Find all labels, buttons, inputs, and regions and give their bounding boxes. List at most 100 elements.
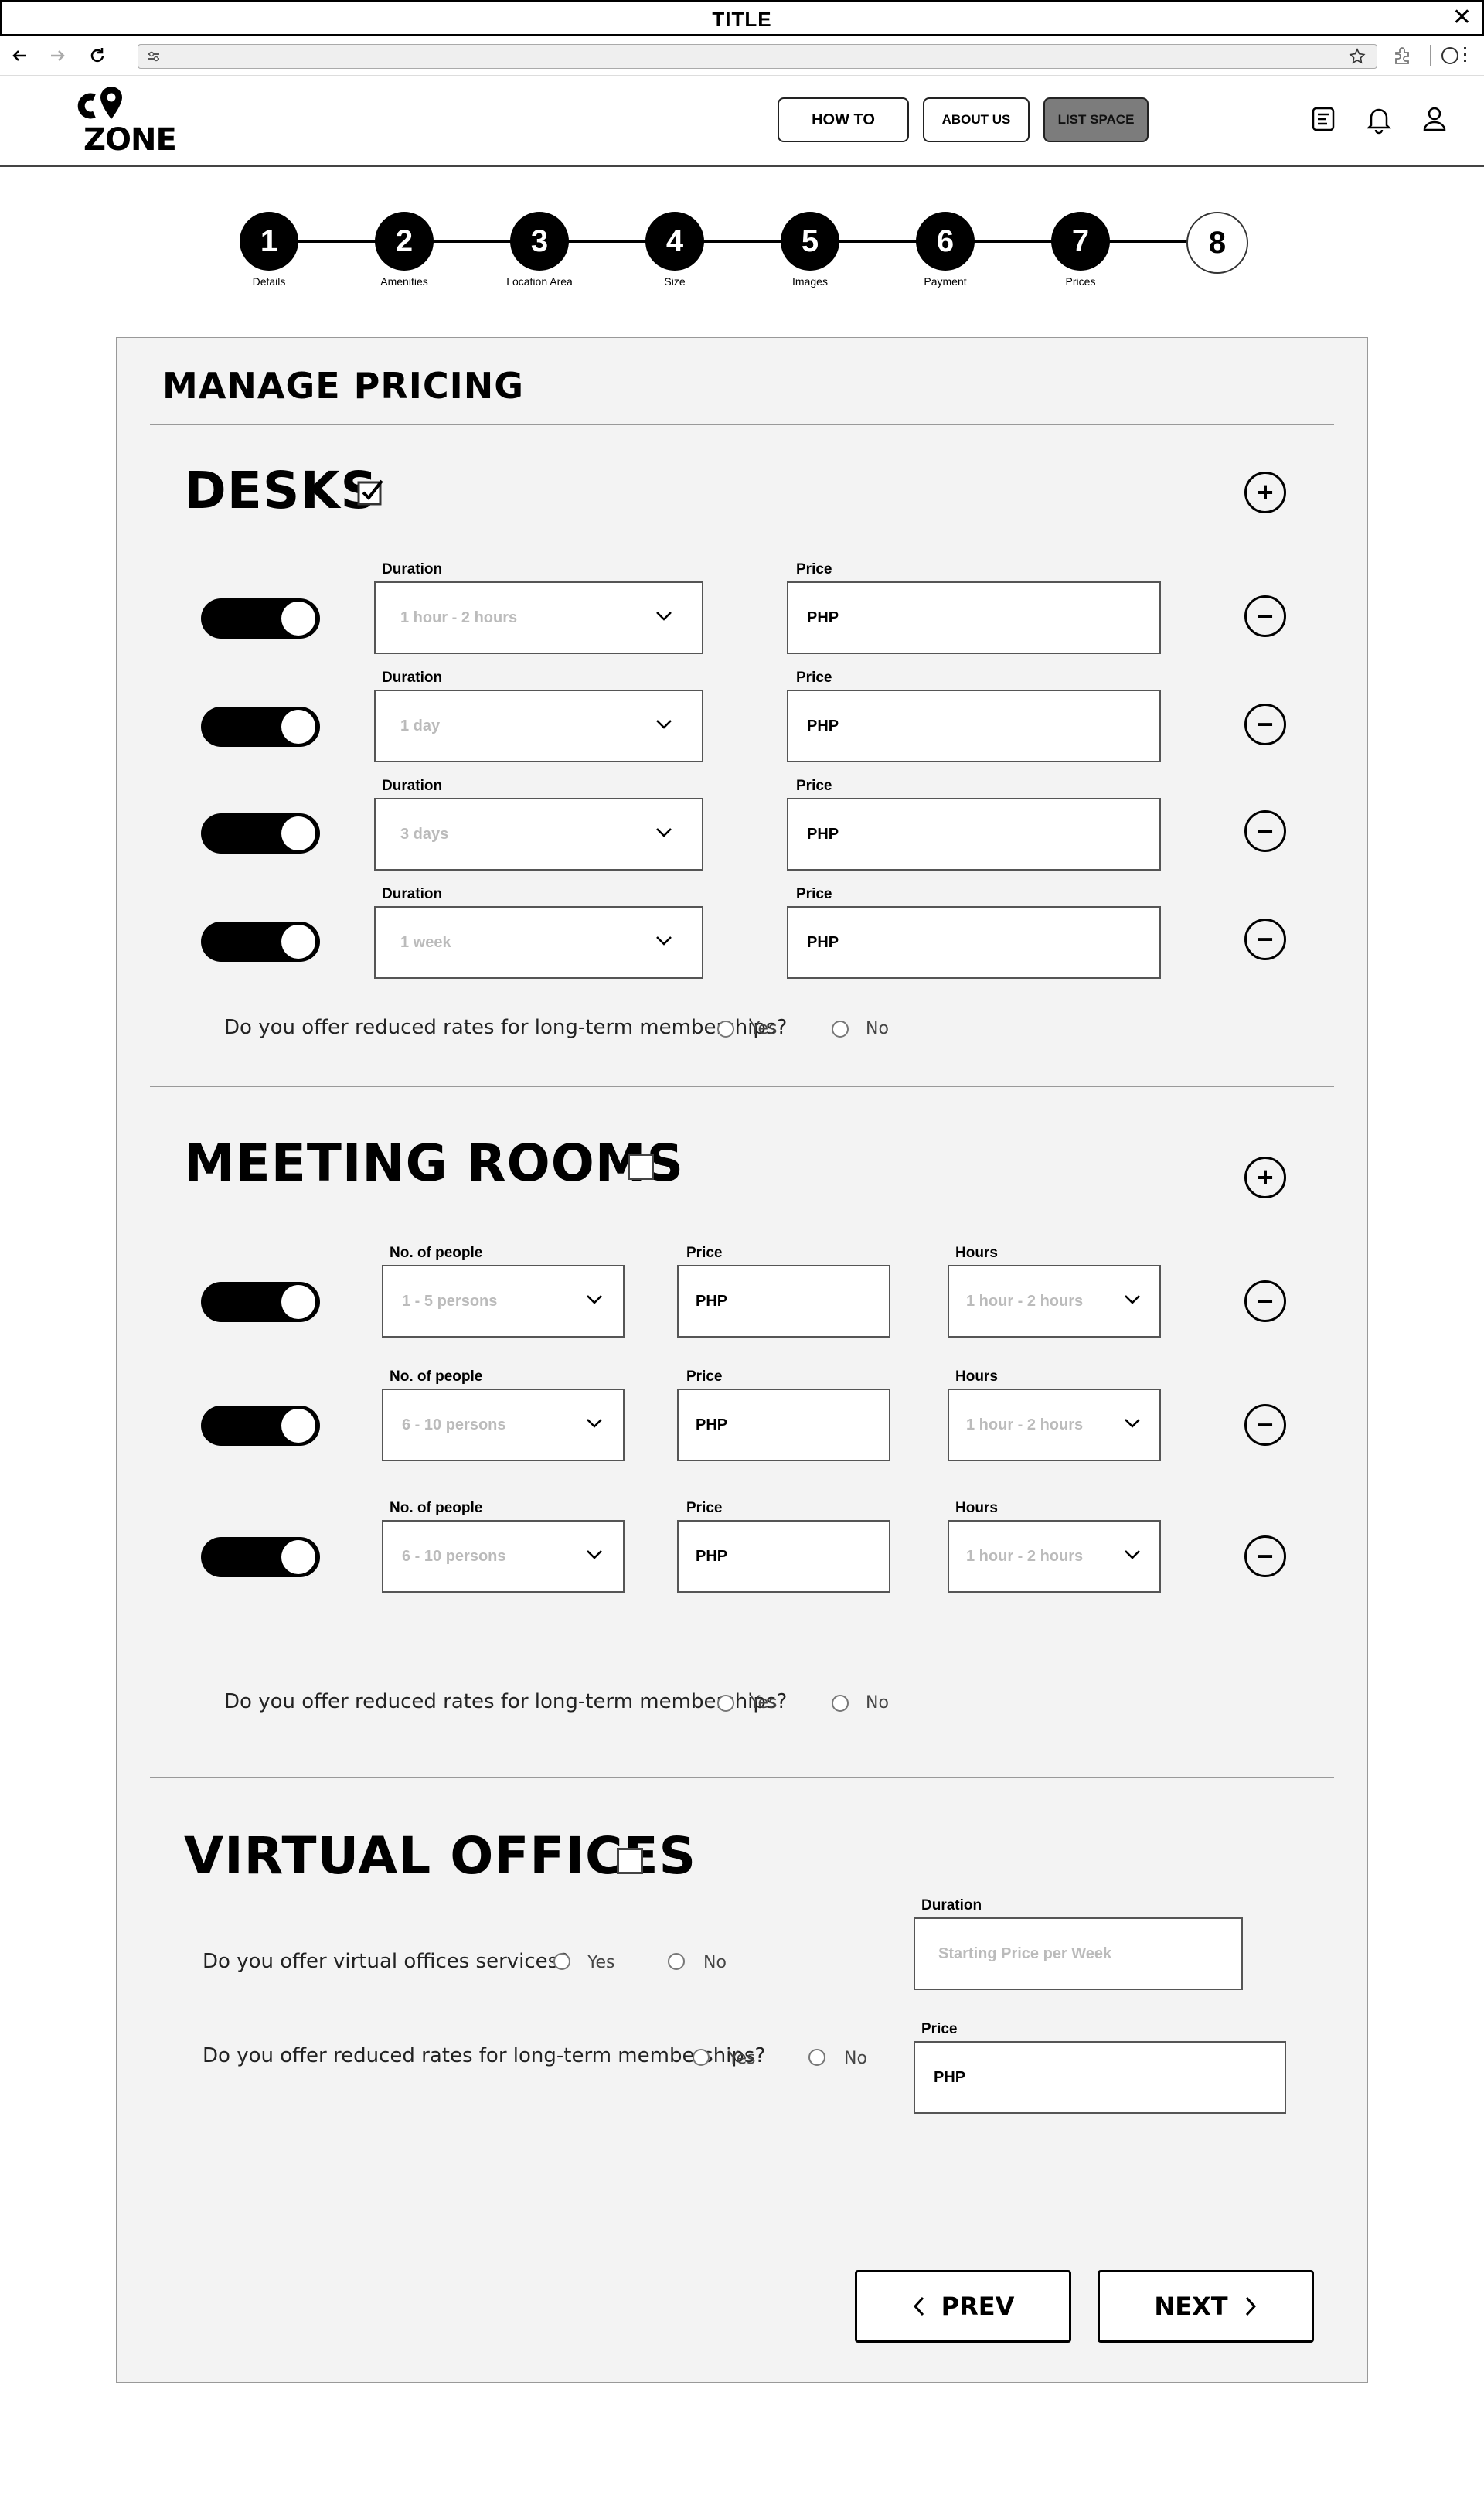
step-label: Location Area bbox=[506, 275, 573, 288]
nav-list-space-button[interactable]: LIST SPACE bbox=[1043, 97, 1149, 142]
radio-yes-label: Yes bbox=[587, 1953, 615, 1972]
virtual-offices-long-term-yes-radio[interactable] bbox=[693, 2049, 710, 2066]
user-profile-icon[interactable] bbox=[1419, 104, 1450, 135]
hours-value: 1 hour - 2 hours bbox=[966, 1292, 1084, 1310]
remove-meeting-room-row-button[interactable]: − bbox=[1244, 1404, 1286, 1446]
step-5[interactable]: 5 bbox=[781, 212, 839, 271]
step-4[interactable]: 4 bbox=[645, 212, 704, 271]
meeting-room-row-toggle[interactable] bbox=[201, 1406, 320, 1446]
virtual-offices-service-question: Do you offer virtual offices services? bbox=[203, 1950, 570, 1973]
price-currency: PHP bbox=[696, 1547, 728, 1565]
desk-row-toggle[interactable] bbox=[201, 813, 320, 854]
hours-value: 1 hour - 2 hours bbox=[966, 1547, 1084, 1565]
meeting-price-input[interactable]: PHP bbox=[677, 1520, 890, 1593]
desk-duration-select[interactable]: 1 hour - 2 hours bbox=[374, 581, 703, 654]
remove-meeting-room-row-button[interactable]: − bbox=[1244, 1535, 1286, 1577]
desk-row-toggle[interactable] bbox=[201, 598, 320, 639]
desks-checkbox-checked[interactable] bbox=[357, 478, 385, 506]
meeting-rooms-long-term-question: Do you offer reduced rates for long-term… bbox=[224, 1690, 788, 1713]
price-currency: PHP bbox=[934, 2068, 966, 2086]
step-2[interactable]: 2 bbox=[375, 212, 434, 271]
forward-arrow-icon[interactable] bbox=[46, 45, 68, 66]
virtual-offices-checkbox[interactable] bbox=[617, 1848, 643, 1874]
bell-icon[interactable] bbox=[1363, 104, 1394, 135]
hours-label: Hours bbox=[955, 1368, 998, 1385]
desk-duration-select[interactable]: 1 day bbox=[374, 690, 703, 762]
remove-meeting-room-row-button[interactable]: − bbox=[1244, 1280, 1286, 1322]
meeting-price-input[interactable]: PHP bbox=[677, 1265, 890, 1338]
desk-price-input[interactable]: PHP bbox=[787, 581, 1161, 654]
meeting-people-select[interactable]: 1 - 5 persons bbox=[382, 1265, 625, 1338]
meeting-price-input[interactable]: PHP bbox=[677, 1389, 890, 1461]
site-settings-icon[interactable] bbox=[146, 49, 162, 63]
nav-how-to-button[interactable]: HOW TO bbox=[778, 97, 909, 142]
remove-desk-row-button[interactable]: − bbox=[1244, 918, 1286, 960]
hours-label: Hours bbox=[955, 1500, 998, 1516]
virtual-offices-long-term-no-radio[interactable] bbox=[808, 2049, 825, 2066]
site-logo[interactable]: ZONE bbox=[77, 85, 177, 158]
desk-duration-select[interactable]: 1 week bbox=[374, 906, 703, 979]
virtual-offices-service-no-radio[interactable] bbox=[668, 1953, 685, 1970]
meeting-people-select[interactable]: 6 - 10 persons bbox=[382, 1389, 625, 1461]
meeting-room-row-toggle[interactable] bbox=[201, 1282, 320, 1322]
minus-icon: − bbox=[1257, 1540, 1274, 1572]
bookmark-star-icon[interactable] bbox=[1349, 48, 1366, 65]
next-button[interactable]: NEXT bbox=[1098, 2270, 1314, 2343]
virtual-offices-service-yes-radio[interactable] bbox=[553, 1953, 570, 1970]
desks-yes-radio[interactable] bbox=[717, 1021, 734, 1038]
extensions-puzzle-icon[interactable] bbox=[1391, 45, 1413, 66]
chevron-down-icon bbox=[1125, 1295, 1140, 1304]
step-1[interactable]: 1 bbox=[240, 212, 298, 271]
meeting-rooms-section-title: MEETING ROOMS bbox=[184, 1133, 685, 1193]
add-meeting-room-row-button[interactable]: + bbox=[1244, 1157, 1286, 1198]
back-arrow-icon[interactable] bbox=[9, 45, 31, 66]
close-icon[interactable]: ✕ bbox=[1452, 6, 1472, 29]
meeting-hours-select[interactable]: 1 hour - 2 hours bbox=[948, 1265, 1161, 1338]
radio-no-label: No bbox=[866, 1019, 889, 1038]
radio-yes-label: Yes bbox=[750, 1019, 778, 1038]
profile-circle-icon[interactable] bbox=[1439, 45, 1461, 66]
step-3[interactable]: 3 bbox=[510, 212, 569, 271]
desk-duration-select[interactable]: 3 days bbox=[374, 798, 703, 871]
meeting-rooms-no-radio[interactable] bbox=[832, 1695, 849, 1712]
remove-desk-row-button[interactable]: − bbox=[1244, 810, 1286, 852]
duration-placeholder: Starting Price per Week bbox=[938, 1944, 1112, 1962]
document-list-icon[interactable] bbox=[1308, 104, 1339, 135]
plus-icon: + bbox=[1257, 476, 1274, 508]
desk-row-toggle[interactable] bbox=[201, 707, 320, 747]
virtual-office-duration-input[interactable]: Starting Price per Week bbox=[914, 1917, 1243, 1990]
desk-row-toggle[interactable] bbox=[201, 922, 320, 962]
meeting-room-row-toggle[interactable] bbox=[201, 1537, 320, 1577]
add-desk-row-button[interactable]: + bbox=[1244, 472, 1286, 513]
desk-price-input[interactable]: PHP bbox=[787, 906, 1161, 979]
remove-desk-row-button[interactable]: − bbox=[1244, 704, 1286, 745]
step-8-current[interactable]: 8 bbox=[1186, 212, 1248, 274]
people-label: No. of people bbox=[390, 1368, 483, 1385]
minus-icon: − bbox=[1257, 815, 1274, 847]
meeting-hours-select[interactable]: 1 hour - 2 hours bbox=[948, 1520, 1161, 1593]
desks-no-radio[interactable] bbox=[832, 1021, 849, 1038]
minus-icon: − bbox=[1257, 1285, 1274, 1317]
divider bbox=[150, 1086, 1334, 1087]
meeting-rooms-yes-radio[interactable] bbox=[717, 1695, 734, 1712]
meeting-people-select[interactable]: 6 - 10 persons bbox=[382, 1520, 625, 1593]
radio-no-label: No bbox=[866, 1693, 889, 1713]
address-bar[interactable] bbox=[138, 44, 1377, 69]
meeting-rooms-checkbox[interactable] bbox=[628, 1154, 654, 1180]
virtual-office-price-input[interactable]: PHP bbox=[914, 2041, 1286, 2114]
duration-value: 3 days bbox=[400, 825, 449, 843]
price-label: Price bbox=[796, 670, 832, 686]
duration-label: Duration bbox=[921, 1897, 982, 1914]
meeting-hours-select[interactable]: 1 hour - 2 hours bbox=[948, 1389, 1161, 1461]
reload-icon[interactable] bbox=[87, 45, 108, 66]
desk-price-input[interactable]: PHP bbox=[787, 798, 1161, 871]
desk-price-input[interactable]: PHP bbox=[787, 690, 1161, 762]
step-6[interactable]: 6 bbox=[916, 212, 975, 271]
step-7[interactable]: 7 bbox=[1051, 212, 1110, 271]
menu-kebab-icon[interactable] bbox=[1464, 45, 1467, 66]
price-label: Price bbox=[796, 561, 832, 578]
remove-desk-row-button[interactable]: − bbox=[1244, 595, 1286, 637]
nav-about-us-button[interactable]: ABOUT US bbox=[923, 97, 1030, 142]
chevron-down-icon bbox=[587, 1550, 602, 1559]
prev-button[interactable]: PREV bbox=[855, 2270, 1071, 2343]
